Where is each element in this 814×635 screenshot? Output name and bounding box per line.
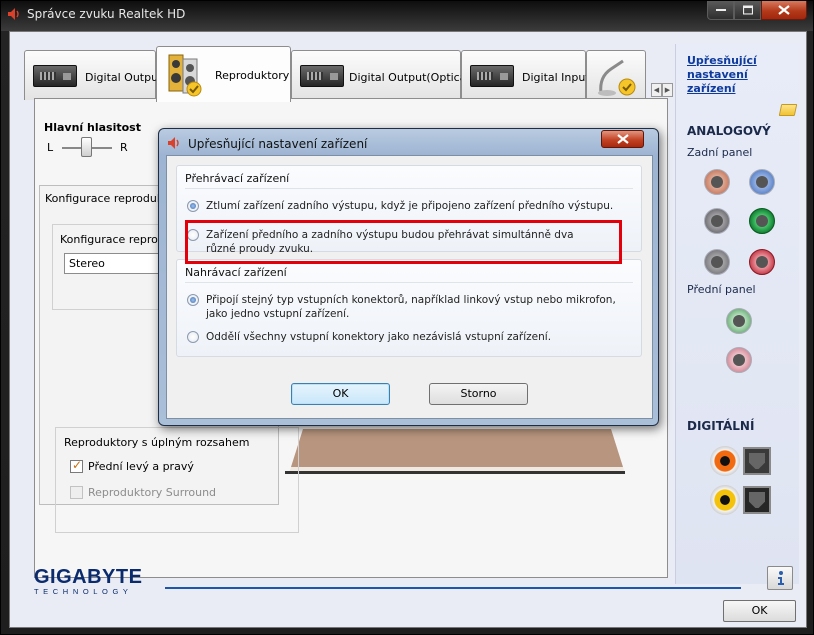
gigabyte-brand: GIGABYTE bbox=[34, 566, 143, 588]
rear-jack-green[interactable] bbox=[749, 208, 775, 234]
tab-label: Digital Output(Optical) bbox=[349, 71, 474, 84]
recording-devices-group: Nahrávací zařízení Připojí stejný typ vs… bbox=[176, 259, 642, 357]
digital-heading: DIGITÁLNÍ bbox=[687, 419, 755, 433]
volume-slider-thumb[interactable] bbox=[81, 137, 92, 157]
tab-digital-output-optical[interactable]: Digital Output(Optical) bbox=[291, 50, 474, 100]
dialog-title: Upřesňující nastavení zařízení bbox=[188, 137, 368, 151]
connector-panel: Upřesňující nastavení zařízení ANALOGOVÝ… bbox=[675, 44, 799, 584]
full-range-title: Reproduktory s úplným rozsahem bbox=[64, 436, 250, 449]
digital-device-icon bbox=[470, 65, 514, 87]
scroll-left-icon[interactable]: ◀ bbox=[651, 83, 662, 97]
front-jack-green[interactable] bbox=[726, 308, 752, 334]
main-ok-button[interactable]: OK bbox=[723, 600, 796, 622]
room-floor-graphic bbox=[285, 429, 625, 474]
dialog-body: Přehrávací zařízení Ztlumí zařízení zadn… bbox=[166, 155, 653, 419]
speaker-app-icon bbox=[8, 8, 19, 20]
maximize-button[interactable] bbox=[734, 1, 761, 20]
optical-in-icon[interactable] bbox=[743, 486, 771, 514]
speaker-icon bbox=[168, 137, 179, 149]
main-volume-label: Hlavní hlasitost bbox=[44, 121, 141, 134]
title-bar[interactable]: Správce zvuku Realtek HD bbox=[1, 1, 813, 29]
recording-combine-radio[interactable] bbox=[187, 294, 199, 306]
info-icon bbox=[778, 571, 784, 585]
front-left-right-checkbox[interactable] bbox=[70, 458, 83, 473]
tab-label: Digital Input bbox=[522, 71, 590, 84]
recording-combine-label[interactable]: Připojí stejný typ vstupních konektorů, … bbox=[206, 293, 621, 321]
rear-jack-orange[interactable] bbox=[704, 169, 730, 195]
tab-reproduktory[interactable]: Reproduktory bbox=[156, 46, 291, 102]
gigabyte-technology: TECHNOLOGY bbox=[34, 587, 133, 596]
info-button[interactable] bbox=[767, 566, 793, 590]
highlight-box bbox=[185, 220, 622, 264]
minimize-icon bbox=[715, 9, 726, 11]
rear-panel-label: Zadní panel bbox=[687, 146, 753, 159]
dialog-cancel-button[interactable]: Storno bbox=[429, 383, 528, 405]
volume-left-label: L bbox=[47, 141, 54, 154]
microphone-icon bbox=[598, 59, 636, 96]
tab-label: Digital Output bbox=[85, 71, 163, 84]
advanced-device-settings-link[interactable]: Upřesňující nastavení zařízení bbox=[687, 54, 797, 96]
device-tabs: Digital Output Reproduktory Digital Outp… bbox=[24, 46, 674, 102]
maximize-icon bbox=[742, 5, 753, 15]
tab-digital-output[interactable]: Digital Output bbox=[24, 50, 162, 100]
optical-out-icon[interactable] bbox=[743, 447, 771, 475]
group-divider bbox=[185, 282, 633, 283]
tab-scroll-buttons: ◀ ▶ bbox=[651, 82, 673, 97]
recording-separate-label[interactable]: Oddělí všechny vstupní konektory jako ne… bbox=[206, 330, 626, 344]
front-left-right-label[interactable]: Přední levý a pravý bbox=[88, 460, 194, 473]
surround-speakers-checkbox[interactable] bbox=[70, 486, 83, 499]
close-icon bbox=[778, 5, 790, 15]
close-button[interactable] bbox=[761, 1, 807, 20]
rear-jack-pink[interactable] bbox=[749, 249, 775, 275]
footer-divider bbox=[165, 587, 741, 589]
group-divider bbox=[185, 188, 633, 189]
folder-icon[interactable] bbox=[778, 104, 798, 116]
advanced-device-settings-dialog: Upřesňující nastavení zařízení Přehrávac… bbox=[158, 128, 659, 426]
digital-device-icon bbox=[33, 65, 77, 87]
dialog-close-button[interactable] bbox=[601, 130, 644, 148]
playback-mute-rear-radio[interactable] bbox=[187, 200, 199, 212]
tab-label: Reproduktory bbox=[215, 69, 290, 82]
analog-heading: ANALOGOVÝ bbox=[687, 124, 771, 138]
tab-microphone[interactable] bbox=[586, 50, 646, 100]
window-title: Správce zvuku Realtek HD bbox=[27, 7, 186, 21]
surround-speakers-label[interactable]: Reproduktory Surround bbox=[88, 486, 216, 499]
front-jack-pink[interactable] bbox=[726, 347, 752, 373]
digital-device-icon bbox=[300, 65, 344, 87]
rear-jack-blue[interactable] bbox=[749, 169, 775, 195]
recording-devices-title: Nahrávací zařízení bbox=[185, 266, 287, 279]
tab-digital-input[interactable]: Digital Input bbox=[461, 50, 590, 100]
realtek-hd-audio-manager-window: Správce zvuku Realtek HD Digital Output bbox=[0, 0, 814, 635]
close-icon bbox=[617, 134, 629, 144]
dialog-ok-button[interactable]: OK bbox=[291, 383, 390, 405]
spdif-coaxial-in-icon[interactable] bbox=[710, 485, 740, 515]
recording-separate-radio[interactable] bbox=[187, 331, 199, 343]
front-panel-label: Přední panel bbox=[687, 283, 756, 296]
spdif-coaxial-out-icon[interactable] bbox=[710, 446, 740, 476]
volume-right-label: R bbox=[120, 141, 128, 154]
rear-jack-black[interactable] bbox=[704, 249, 730, 275]
playback-devices-title: Přehrávací zařízení bbox=[185, 172, 290, 185]
gigabyte-logo: GIGABYTE TECHNOLOGY bbox=[34, 566, 142, 596]
minimize-button[interactable] bbox=[707, 1, 734, 20]
speakers-icon bbox=[168, 54, 202, 97]
full-range-speakers-group: Reproduktory s úplným rozsahem Přední le… bbox=[55, 427, 299, 533]
rear-jack-gray[interactable] bbox=[704, 208, 730, 234]
playback-mute-rear-label[interactable]: Ztlumí zařízení zadního výstupu, když je… bbox=[206, 199, 626, 213]
scroll-right-icon[interactable]: ▶ bbox=[662, 83, 673, 97]
